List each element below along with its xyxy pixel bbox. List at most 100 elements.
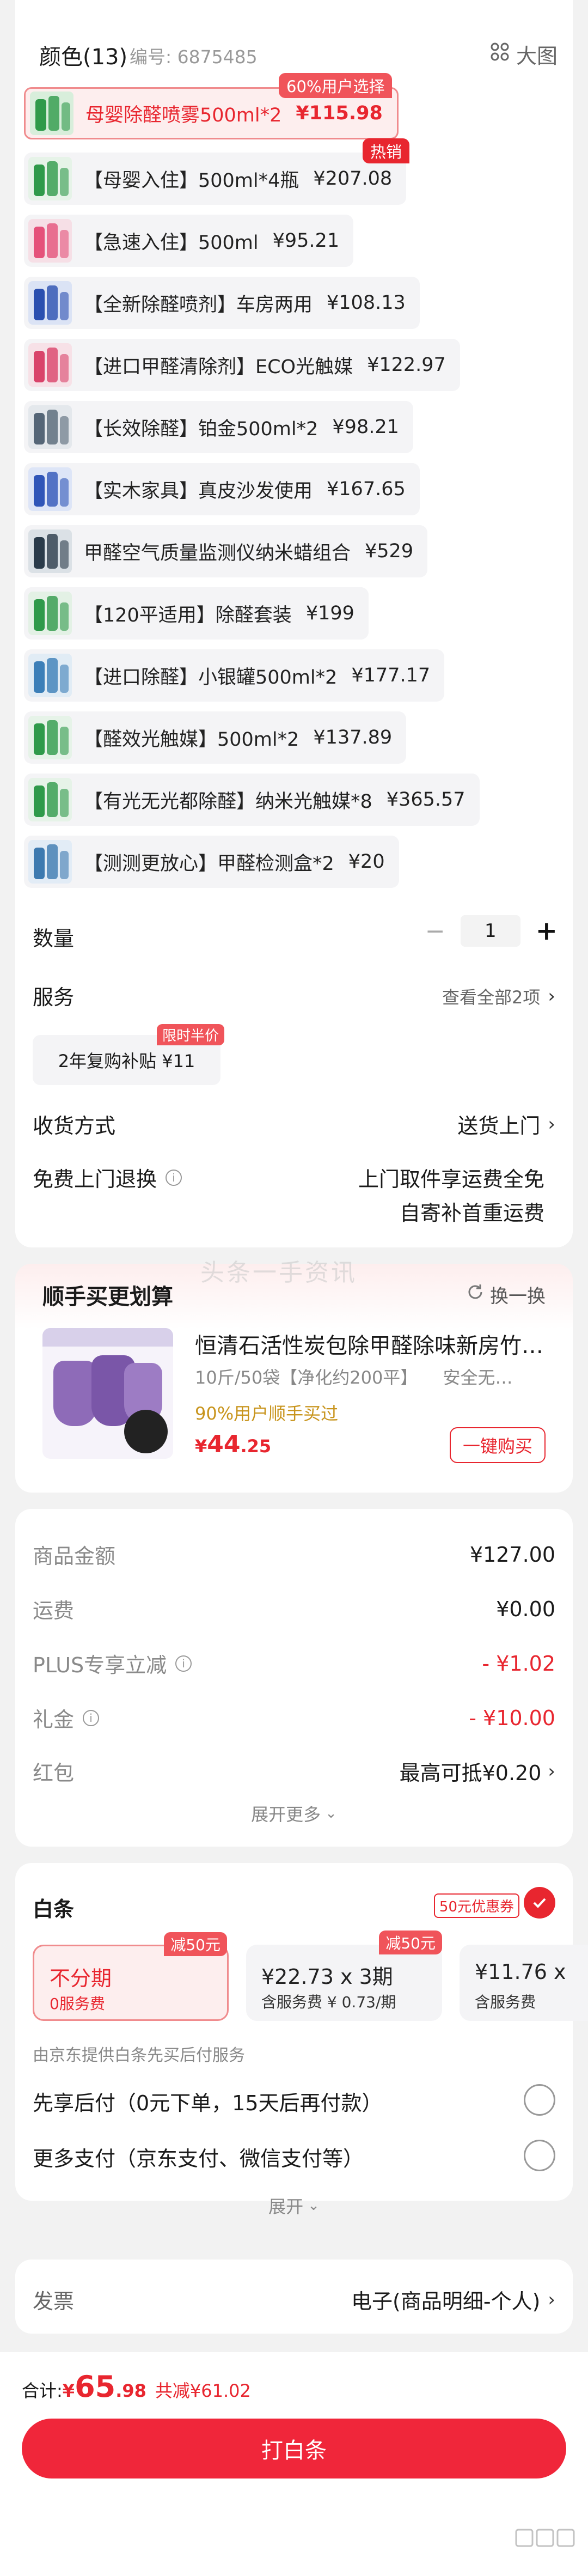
more-payment-radio[interactable] — [524, 2140, 555, 2171]
quantity-input[interactable]: 1 — [460, 915, 520, 947]
delivery-selector[interactable]: 送货上门 › — [457, 1109, 555, 1139]
variant-option[interactable]: 甲醛空气质量监测仪纳米蜡组合 ¥529 — [24, 525, 428, 577]
variant-label: 【测测更放心】甲醛检测盒*2 — [84, 852, 334, 875]
installment-tag: 减50元 — [164, 1932, 227, 1956]
variant-option[interactable]: 【进口除醛】小银罐500ml*2 ¥177.17 — [24, 649, 445, 702]
minus-button[interactable]: − — [425, 917, 445, 945]
chevron-down-icon: ⌄ — [325, 1805, 337, 1822]
variant-label: 母婴除醛喷雾500ml*2 — [85, 104, 282, 126]
baitiao-note: 由京东提供白条先买后付服务 — [33, 2046, 245, 2065]
variant-label: 【全新除醛喷剂】车房两用 — [84, 294, 313, 316]
variant-thumbnail — [28, 467, 72, 511]
variant-option[interactable]: 【进口甲醛清除剂】ECO光触媒 ¥122.97 — [24, 339, 460, 391]
product-code: 编号: 6875485 — [130, 46, 258, 68]
variant-label: 【有光无光都除醛】纳米光触媒*8 — [84, 790, 372, 813]
total-dec: .98 — [115, 2380, 146, 2401]
variant-label: 【母婴入住】500ml*4瓶 — [84, 169, 299, 192]
installment-title: ¥22.73 x 3期 — [261, 1965, 393, 1989]
quick-buy-button[interactable]: 一键购买 — [450, 1427, 546, 1463]
installment-option[interactable]: ¥11.76 x 含服务费 — [460, 1945, 588, 2021]
chevron-right-icon: › — [548, 1113, 555, 1135]
plus-button[interactable]: + — [536, 916, 558, 946]
refresh-icon — [466, 1283, 485, 1306]
variant-price: ¥115.98 — [296, 102, 383, 124]
refresh-label: 换一换 — [490, 1286, 546, 1307]
price-symbol: ¥ — [195, 1436, 207, 1457]
gift-label-wrap: 礼金 i — [33, 1703, 100, 1733]
info-icon[interactable]: i — [166, 1169, 182, 1186]
installment-option[interactable]: ¥22.73 x 3期 含服务费 ¥ 0.73/期 减50元 — [246, 1931, 442, 2021]
quantity-label: 数量 — [33, 927, 75, 951]
service-option-label: 2年复购补贴 ¥11 — [58, 1051, 195, 1071]
variant-price: ¥529 — [365, 540, 414, 562]
recommend-stat: 90%用户顺手买过 — [195, 1403, 339, 1424]
grid-icon — [490, 42, 510, 66]
variant-option[interactable]: 【醛效光触媒】500ml*2 ¥137.89 — [24, 711, 407, 764]
baitiao-check-icon[interactable] — [524, 1887, 555, 1919]
invoice-selector[interactable]: 电子(商品明细-个人) › — [351, 2285, 555, 2315]
shipping-label: 运费 — [33, 1599, 75, 1623]
pay-later-label: 先享后付（0元下单，15天后再付款） — [33, 2091, 383, 2115]
shipping-value: ¥0.00 — [496, 1597, 555, 1621]
variant-thumbnail — [28, 529, 72, 573]
variant-label: 【120平适用】除醛套装 — [84, 604, 292, 626]
variant-option[interactable]: 【120平适用】除醛套装 ¥199 — [24, 587, 369, 640]
variant-option[interactable]: 【急速入住】500ml ¥95.21 — [24, 215, 354, 267]
variant-price: ¥177.17 — [351, 665, 431, 686]
goods-amount-value: ¥127.00 — [469, 1542, 555, 1567]
service-view-all-label: 查看全部2项 — [442, 987, 541, 1008]
refresh-button[interactable]: 换一换 — [466, 1281, 546, 1308]
plus-discount-row: PLUS专享立减 i - ¥1.02 — [33, 1648, 555, 1678]
installment-option[interactable]: 不分期 0服务费 减50元 — [33, 1932, 229, 2021]
return-desc-2: 自寄补首重运费 — [399, 1201, 544, 1225]
hongbao-row[interactable]: 红包 最高可抵¥0.20 › — [33, 1756, 555, 1786]
recommend-product-image[interactable] — [42, 1328, 173, 1459]
variant-price: ¥365.57 — [386, 789, 465, 811]
chevron-right-icon: › — [548, 1760, 555, 1782]
goods-amount-label: 商品金额 — [33, 1544, 116, 1568]
variant-option[interactable]: 【长效除醛】铂金500ml*2 ¥98.21 — [24, 401, 413, 453]
variant-thumbnail — [30, 92, 74, 135]
variant-thumbnail — [28, 654, 72, 697]
pay-button[interactable]: 打白条 — [22, 2419, 566, 2478]
variant-option[interactable]: 【有光无光都除醛】纳米光触媒*8 ¥365.57 — [24, 774, 480, 826]
color-title: 颜色(13) — [39, 45, 128, 70]
recommend-product-name[interactable]: 恒清石活性炭包除甲醛除味新房竹… — [195, 1328, 554, 1360]
plus-discount-label-wrap: PLUS专享立减 i — [33, 1648, 192, 1678]
recommend-spec-1: 10斤/50袋【净化约200平】 — [195, 1367, 418, 1388]
expand-payment-label: 展开 — [268, 2196, 304, 2217]
installment-fee: 0服务费 — [50, 1995, 105, 2013]
big-view-label: 大图 — [516, 44, 558, 68]
more-payment-label: 更多支付（京东支付、微信支付等） — [33, 2147, 364, 2171]
recommend-specs: 10斤/50袋【净化约200平】 安全无… — [195, 1364, 513, 1389]
price-int: 44 — [207, 1430, 241, 1458]
variant-option[interactable]: 【实木家具】真皮沙发使用 ¥167.65 — [24, 463, 420, 515]
total-int: 65 — [75, 2370, 116, 2404]
expand-more-button[interactable]: 展开更多 ⌄ — [0, 1801, 588, 1826]
total-row: 合计: ¥ 65 .98 共减¥61.02 — [22, 2370, 251, 2404]
quantity-stepper: − 1 + — [425, 915, 558, 947]
variant-option[interactable]: 【全新除醛喷剂】车房两用 ¥108.13 — [24, 277, 420, 329]
service-view-all[interactable]: 查看全部2项 › — [442, 984, 555, 1009]
price-dec: .25 — [240, 1436, 272, 1457]
gift-label: 礼金 — [33, 1708, 75, 1732]
pay-later-radio[interactable] — [524, 2084, 555, 2116]
gift-row: 礼金 i - ¥10.00 — [33, 1703, 555, 1733]
variant-thumbnail — [28, 281, 72, 325]
variant-price: ¥95.21 — [272, 230, 340, 252]
site-watermark — [515, 2528, 575, 2560]
variant-option[interactable]: 【母婴入住】500ml*4瓶 ¥207.08 — [24, 153, 407, 205]
plus-discount-value: - ¥1.02 — [482, 1651, 555, 1676]
chevron-right-icon: › — [548, 2288, 555, 2311]
invoice-value: 电子(商品明细-个人) — [351, 2289, 541, 2313]
info-icon[interactable]: i — [175, 1655, 192, 1672]
recommend-price: ¥44.25 — [195, 1430, 271, 1458]
hongbao-value: 最高可抵¥0.20 — [399, 1761, 542, 1785]
info-icon[interactable]: i — [83, 1709, 100, 1726]
variant-tag: 60%用户选择 — [279, 73, 393, 98]
big-view-button[interactable]: 大图 — [490, 39, 558, 69]
goods-amount-row: 商品金额 ¥127.00 — [33, 1539, 555, 1569]
expand-payment-button[interactable]: 展开 ⌄ — [0, 2193, 588, 2218]
variant-option[interactable]: 【测测更放心】甲醛检测盒*2 ¥20 — [24, 836, 399, 888]
installment-fee: 含服务费 ¥ 0.73/期 — [261, 1993, 396, 2011]
